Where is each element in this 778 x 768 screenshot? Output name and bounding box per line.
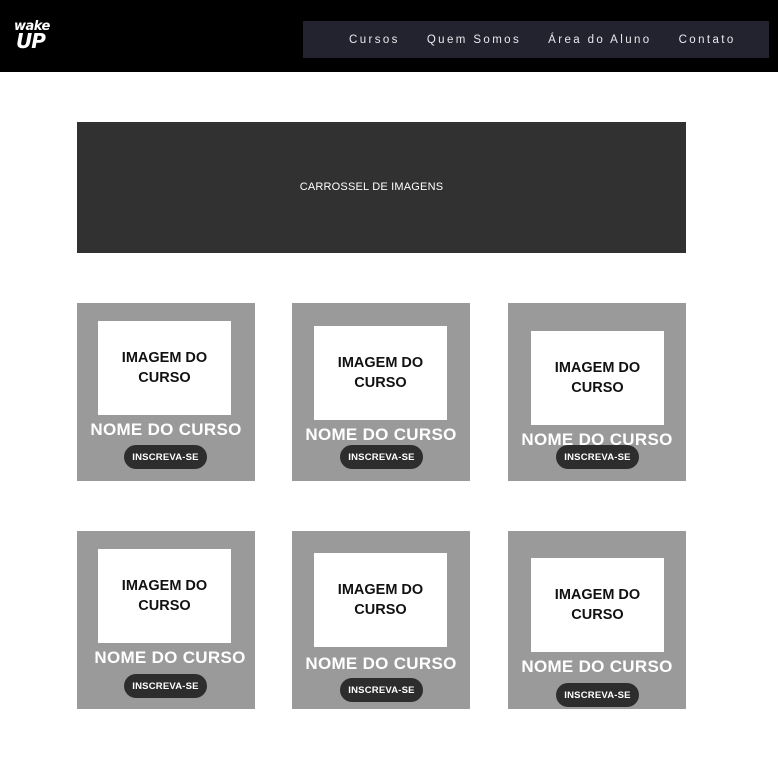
top-bar: wake UP Cursos Quem Somos Área do Aluno … <box>0 0 778 72</box>
main-nav: Cursos Quem Somos Área do Aluno Contato <box>303 21 769 58</box>
nav-item-contato[interactable]: Contato <box>679 34 736 46</box>
course-card: IMAGEM DO CURSO NOME DO CURSO INSCREVA-S… <box>508 303 686 481</box>
course-image: IMAGEM DO CURSO <box>314 553 447 647</box>
wakeup-logo[interactable]: wake UP <box>14 20 58 56</box>
course-image-label: IMAGEM DO CURSO <box>121 578 208 614</box>
course-image: IMAGEM DO CURSO <box>314 326 447 420</box>
carousel-label: CARROSSEL DE IMAGENS <box>299 181 444 193</box>
image-carousel[interactable]: CARROSSEL DE IMAGENS <box>77 122 686 253</box>
enroll-button[interactable]: INSCREVA-SE <box>556 445 639 469</box>
course-card: IMAGEM DO CURSO NOME DO CURSO INSCREVA-S… <box>292 531 470 709</box>
enroll-button[interactable]: INSCREVA-SE <box>124 445 207 469</box>
course-name: NOME DO CURSO <box>305 425 457 444</box>
course-name: NOME DO CURSO <box>94 648 246 667</box>
nav-item-area-do-aluno[interactable]: Área do Aluno <box>548 34 651 46</box>
course-name: NOME DO CURSO <box>305 654 457 673</box>
course-image-label: IMAGEM DO CURSO <box>337 355 424 391</box>
course-name: NOME DO CURSO <box>521 657 673 676</box>
course-image: IMAGEM DO CURSO <box>531 558 664 652</box>
course-card: IMAGEM DO CURSO NOME DO CURSO INSCREVA-S… <box>77 531 255 709</box>
enroll-button[interactable]: INSCREVA-SE <box>124 674 207 698</box>
course-image-label: IMAGEM DO CURSO <box>554 360 641 396</box>
course-image: IMAGEM DO CURSO <box>531 331 664 425</box>
course-card: IMAGEM DO CURSO NOME DO CURSO INSCREVA-S… <box>292 303 470 481</box>
enroll-button[interactable]: INSCREVA-SE <box>340 445 423 469</box>
nav-item-quem-somos[interactable]: Quem Somos <box>427 34 521 46</box>
course-card: IMAGEM DO CURSO NOME DO CURSO INSCREVA-S… <box>508 531 686 709</box>
course-image: IMAGEM DO CURSO <box>98 321 231 415</box>
course-card: IMAGEM DO CURSO NOME DO CURSO INSCREVA-S… <box>77 303 255 481</box>
enroll-button[interactable]: INSCREVA-SE <box>340 678 423 702</box>
course-image-label: IMAGEM DO CURSO <box>554 587 641 623</box>
logo-line-2: UP <box>16 29 46 53</box>
course-image: IMAGEM DO CURSO <box>98 549 231 643</box>
enroll-button[interactable]: INSCREVA-SE <box>556 683 639 707</box>
course-image-label: IMAGEM DO CURSO <box>337 582 424 618</box>
nav-item-cursos[interactable]: Cursos <box>349 34 400 46</box>
course-image-label: IMAGEM DO CURSO <box>121 350 208 386</box>
course-name: NOME DO CURSO <box>90 420 242 439</box>
